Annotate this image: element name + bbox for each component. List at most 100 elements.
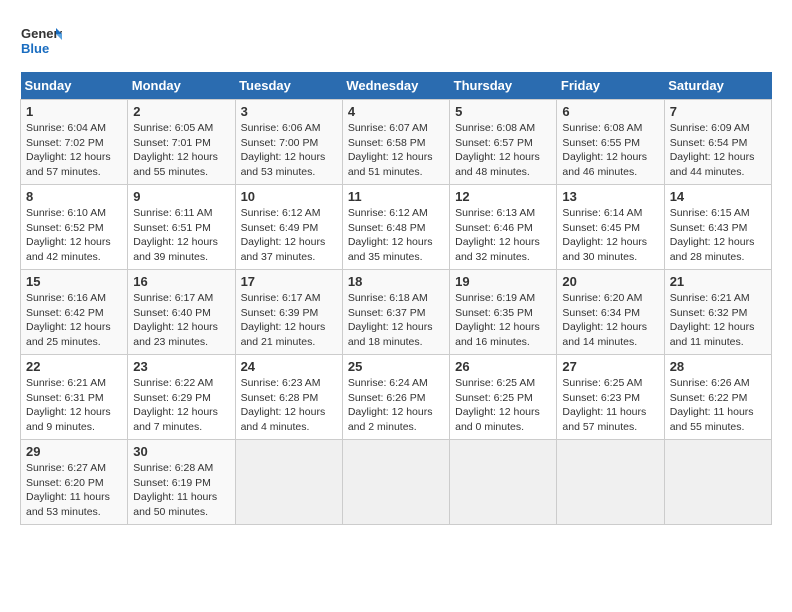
svg-text:General: General bbox=[21, 26, 62, 41]
calendar-week-row: 15 Sunrise: 6:16 AM Sunset: 6:42 PM Dayl… bbox=[21, 270, 772, 355]
day-number: 14 bbox=[670, 189, 766, 204]
day-number: 12 bbox=[455, 189, 551, 204]
day-number: 29 bbox=[26, 444, 122, 459]
day-number: 22 bbox=[26, 359, 122, 374]
day-number: 8 bbox=[26, 189, 122, 204]
day-of-week-header: Wednesday bbox=[342, 72, 449, 100]
day-info: Sunrise: 6:12 AM Sunset: 6:48 PM Dayligh… bbox=[348, 206, 444, 265]
calendar-day-cell: 2 Sunrise: 6:05 AM Sunset: 7:01 PM Dayli… bbox=[128, 100, 235, 185]
day-of-week-header: Saturday bbox=[664, 72, 771, 100]
calendar-day-cell bbox=[235, 440, 342, 525]
calendar-header-row: SundayMondayTuesdayWednesdayThursdayFrid… bbox=[21, 72, 772, 100]
day-number: 4 bbox=[348, 104, 444, 119]
calendar-day-cell: 10 Sunrise: 6:12 AM Sunset: 6:49 PM Dayl… bbox=[235, 185, 342, 270]
day-info: Sunrise: 6:15 AM Sunset: 6:43 PM Dayligh… bbox=[670, 206, 766, 265]
day-number: 9 bbox=[133, 189, 229, 204]
calendar-day-cell: 24 Sunrise: 6:23 AM Sunset: 6:28 PM Dayl… bbox=[235, 355, 342, 440]
day-number: 6 bbox=[562, 104, 658, 119]
day-number: 13 bbox=[562, 189, 658, 204]
calendar-day-cell: 9 Sunrise: 6:11 AM Sunset: 6:51 PM Dayli… bbox=[128, 185, 235, 270]
calendar-day-cell: 25 Sunrise: 6:24 AM Sunset: 6:26 PM Dayl… bbox=[342, 355, 449, 440]
calendar-day-cell bbox=[450, 440, 557, 525]
day-number: 17 bbox=[241, 274, 337, 289]
calendar-day-cell: 23 Sunrise: 6:22 AM Sunset: 6:29 PM Dayl… bbox=[128, 355, 235, 440]
day-number: 21 bbox=[670, 274, 766, 289]
calendar-week-row: 8 Sunrise: 6:10 AM Sunset: 6:52 PM Dayli… bbox=[21, 185, 772, 270]
day-info: Sunrise: 6:23 AM Sunset: 6:28 PM Dayligh… bbox=[241, 376, 337, 435]
day-number: 7 bbox=[670, 104, 766, 119]
day-of-week-header: Thursday bbox=[450, 72, 557, 100]
day-info: Sunrise: 6:26 AM Sunset: 6:22 PM Dayligh… bbox=[670, 376, 766, 435]
day-number: 23 bbox=[133, 359, 229, 374]
calendar-day-cell: 15 Sunrise: 6:16 AM Sunset: 6:42 PM Dayl… bbox=[21, 270, 128, 355]
calendar-day-cell: 5 Sunrise: 6:08 AM Sunset: 6:57 PM Dayli… bbox=[450, 100, 557, 185]
calendar-day-cell: 1 Sunrise: 6:04 AM Sunset: 7:02 PM Dayli… bbox=[21, 100, 128, 185]
day-info: Sunrise: 6:13 AM Sunset: 6:46 PM Dayligh… bbox=[455, 206, 551, 265]
day-number: 1 bbox=[26, 104, 122, 119]
day-info: Sunrise: 6:04 AM Sunset: 7:02 PM Dayligh… bbox=[26, 121, 122, 180]
day-number: 11 bbox=[348, 189, 444, 204]
calendar-day-cell: 11 Sunrise: 6:12 AM Sunset: 6:48 PM Dayl… bbox=[342, 185, 449, 270]
calendar-day-cell bbox=[342, 440, 449, 525]
day-number: 20 bbox=[562, 274, 658, 289]
day-number: 24 bbox=[241, 359, 337, 374]
day-number: 18 bbox=[348, 274, 444, 289]
calendar-day-cell: 28 Sunrise: 6:26 AM Sunset: 6:22 PM Dayl… bbox=[664, 355, 771, 440]
day-info: Sunrise: 6:16 AM Sunset: 6:42 PM Dayligh… bbox=[26, 291, 122, 350]
calendar-week-row: 29 Sunrise: 6:27 AM Sunset: 6:20 PM Dayl… bbox=[21, 440, 772, 525]
calendar-day-cell: 21 Sunrise: 6:21 AM Sunset: 6:32 PM Dayl… bbox=[664, 270, 771, 355]
day-info: Sunrise: 6:08 AM Sunset: 6:55 PM Dayligh… bbox=[562, 121, 658, 180]
day-of-week-header: Tuesday bbox=[235, 72, 342, 100]
logo: General Blue bbox=[20, 20, 62, 62]
day-info: Sunrise: 6:25 AM Sunset: 6:23 PM Dayligh… bbox=[562, 376, 658, 435]
calendar-day-cell: 18 Sunrise: 6:18 AM Sunset: 6:37 PM Dayl… bbox=[342, 270, 449, 355]
day-info: Sunrise: 6:17 AM Sunset: 6:39 PM Dayligh… bbox=[241, 291, 337, 350]
day-info: Sunrise: 6:21 AM Sunset: 6:31 PM Dayligh… bbox=[26, 376, 122, 435]
calendar-day-cell bbox=[664, 440, 771, 525]
day-number: 28 bbox=[670, 359, 766, 374]
calendar-day-cell: 27 Sunrise: 6:25 AM Sunset: 6:23 PM Dayl… bbox=[557, 355, 664, 440]
day-info: Sunrise: 6:10 AM Sunset: 6:52 PM Dayligh… bbox=[26, 206, 122, 265]
day-number: 16 bbox=[133, 274, 229, 289]
day-info: Sunrise: 6:17 AM Sunset: 6:40 PM Dayligh… bbox=[133, 291, 229, 350]
calendar-table: SundayMondayTuesdayWednesdayThursdayFrid… bbox=[20, 72, 772, 525]
calendar-day-cell: 4 Sunrise: 6:07 AM Sunset: 6:58 PM Dayli… bbox=[342, 100, 449, 185]
day-info: Sunrise: 6:06 AM Sunset: 7:00 PM Dayligh… bbox=[241, 121, 337, 180]
day-number: 5 bbox=[455, 104, 551, 119]
calendar-day-cell: 13 Sunrise: 6:14 AM Sunset: 6:45 PM Dayl… bbox=[557, 185, 664, 270]
calendar-day-cell: 7 Sunrise: 6:09 AM Sunset: 6:54 PM Dayli… bbox=[664, 100, 771, 185]
calendar-week-row: 1 Sunrise: 6:04 AM Sunset: 7:02 PM Dayli… bbox=[21, 100, 772, 185]
calendar-day-cell: 17 Sunrise: 6:17 AM Sunset: 6:39 PM Dayl… bbox=[235, 270, 342, 355]
day-of-week-header: Friday bbox=[557, 72, 664, 100]
day-info: Sunrise: 6:21 AM Sunset: 6:32 PM Dayligh… bbox=[670, 291, 766, 350]
day-info: Sunrise: 6:18 AM Sunset: 6:37 PM Dayligh… bbox=[348, 291, 444, 350]
calendar-week-row: 22 Sunrise: 6:21 AM Sunset: 6:31 PM Dayl… bbox=[21, 355, 772, 440]
day-info: Sunrise: 6:07 AM Sunset: 6:58 PM Dayligh… bbox=[348, 121, 444, 180]
day-info: Sunrise: 6:11 AM Sunset: 6:51 PM Dayligh… bbox=[133, 206, 229, 265]
day-info: Sunrise: 6:27 AM Sunset: 6:20 PM Dayligh… bbox=[26, 461, 122, 520]
calendar-day-cell bbox=[557, 440, 664, 525]
day-of-week-header: Monday bbox=[128, 72, 235, 100]
calendar-day-cell: 20 Sunrise: 6:20 AM Sunset: 6:34 PM Dayl… bbox=[557, 270, 664, 355]
day-of-week-header: Sunday bbox=[21, 72, 128, 100]
day-info: Sunrise: 6:08 AM Sunset: 6:57 PM Dayligh… bbox=[455, 121, 551, 180]
day-number: 2 bbox=[133, 104, 229, 119]
page-header: General Blue bbox=[20, 20, 772, 62]
day-info: Sunrise: 6:05 AM Sunset: 7:01 PM Dayligh… bbox=[133, 121, 229, 180]
svg-text:Blue: Blue bbox=[21, 41, 49, 56]
calendar-day-cell: 22 Sunrise: 6:21 AM Sunset: 6:31 PM Dayl… bbox=[21, 355, 128, 440]
day-info: Sunrise: 6:28 AM Sunset: 6:19 PM Dayligh… bbox=[133, 461, 229, 520]
day-number: 25 bbox=[348, 359, 444, 374]
calendar-day-cell: 12 Sunrise: 6:13 AM Sunset: 6:46 PM Dayl… bbox=[450, 185, 557, 270]
day-number: 19 bbox=[455, 274, 551, 289]
calendar-day-cell: 16 Sunrise: 6:17 AM Sunset: 6:40 PM Dayl… bbox=[128, 270, 235, 355]
day-info: Sunrise: 6:19 AM Sunset: 6:35 PM Dayligh… bbox=[455, 291, 551, 350]
calendar-day-cell: 14 Sunrise: 6:15 AM Sunset: 6:43 PM Dayl… bbox=[664, 185, 771, 270]
day-info: Sunrise: 6:24 AM Sunset: 6:26 PM Dayligh… bbox=[348, 376, 444, 435]
calendar-day-cell: 30 Sunrise: 6:28 AM Sunset: 6:19 PM Dayl… bbox=[128, 440, 235, 525]
calendar-day-cell: 29 Sunrise: 6:27 AM Sunset: 6:20 PM Dayl… bbox=[21, 440, 128, 525]
calendar-day-cell: 19 Sunrise: 6:19 AM Sunset: 6:35 PM Dayl… bbox=[450, 270, 557, 355]
calendar-day-cell: 8 Sunrise: 6:10 AM Sunset: 6:52 PM Dayli… bbox=[21, 185, 128, 270]
calendar-day-cell: 26 Sunrise: 6:25 AM Sunset: 6:25 PM Dayl… bbox=[450, 355, 557, 440]
day-number: 15 bbox=[26, 274, 122, 289]
